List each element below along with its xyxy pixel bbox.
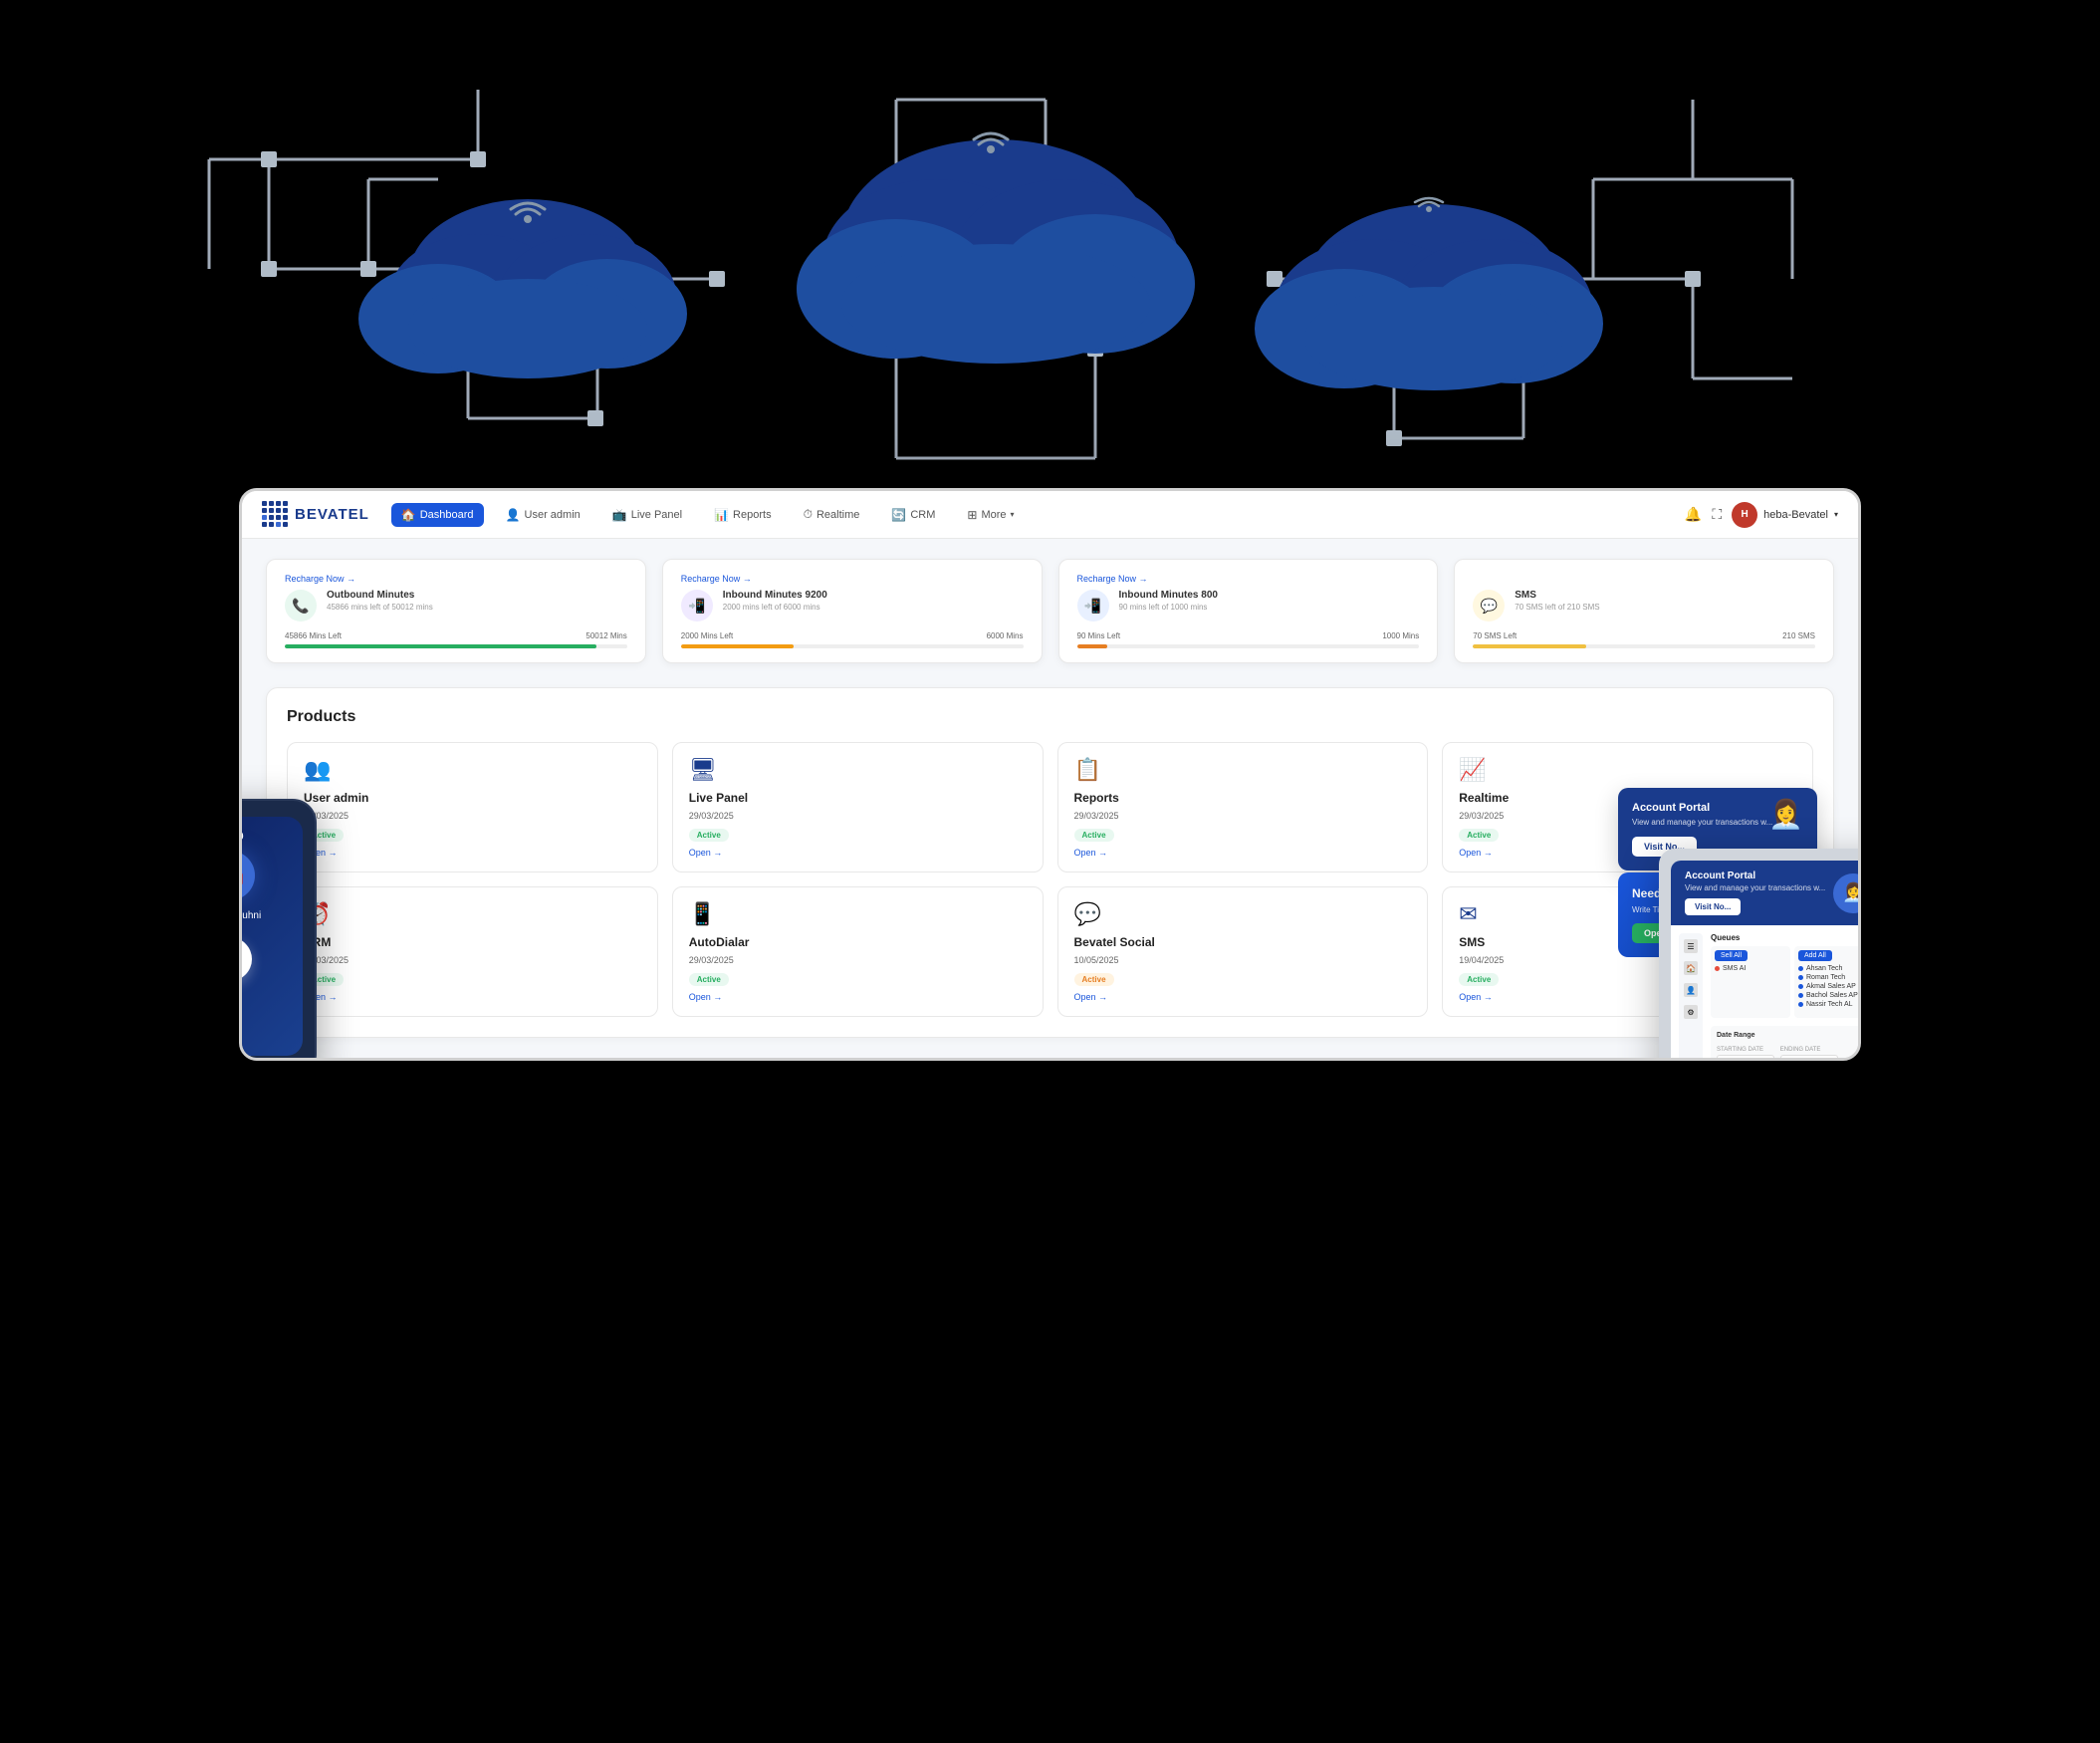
product-bevatel-social[interactable]: 💬 Bevatel Social 10/05/2025 Active Open …: [1057, 886, 1429, 1017]
inbound800-title: Inbound Minutes 800: [1119, 590, 1420, 601]
sms-subtitle: 70 SMS left of 210 SMS: [1515, 603, 1815, 612]
monitor: BEVATEL 🏠 Dashboard 👤 User admin 📺 Live …: [239, 488, 1861, 1061]
recharge-inbound-9200[interactable]: Recharge Now →: [681, 574, 1024, 584]
tablet-sidebar: ☰ 🏠 👤 ⚙: [1679, 933, 1703, 1061]
portal-person-icon: 👩‍💼: [1768, 798, 1803, 831]
realtime-product-icon: 📈: [1459, 757, 1796, 783]
stat-outbound: Recharge Now → 📞 Outbound Minutes 45866 …: [266, 559, 646, 663]
sms-icon-wrap: 💬: [1473, 590, 1505, 622]
nav-live-panel[interactable]: 📺 Live Panel: [602, 503, 692, 527]
nav-reports[interactable]: 📊 Reports: [704, 503, 781, 527]
live-panel-icon: 📺: [612, 508, 627, 522]
phone-wave: llllll: [239, 991, 242, 1001]
stat-inbound-800: Recharge Now → 📲 Inbound Minutes 800 90 …: [1058, 559, 1439, 663]
nav-dashboard[interactable]: 🏠 Dashboard: [391, 503, 484, 527]
outbound-title: Outbound Minutes: [327, 590, 627, 601]
monitor-wrapper: BEVATEL 🏠 Dashboard 👤 User admin 📺 Live …: [239, 488, 1861, 1061]
reports-product-icon: 📋: [1074, 757, 1412, 783]
tablet-header-subtitle: View and manage your transactions w...: [1685, 883, 1825, 892]
end-date-field[interactable]: 10/16/2021 📅: [1780, 1055, 1838, 1061]
live-panel-product-icon: 🖥: [689, 757, 1027, 783]
stat-inbound-9200: Recharge Now → 📲 Inbound Minutes 9200 20…: [662, 559, 1043, 663]
user-admin-product-icon: 👥: [304, 757, 641, 783]
nav-realtime[interactable]: ⏱ Realtime: [794, 502, 870, 527]
phone-time: 00:20: [239, 831, 244, 843]
tablet-sidebar-icon-4[interactable]: ⚙: [1684, 1005, 1698, 1019]
more-icon: ⊞: [967, 508, 977, 522]
products-section: Products 👥 User admin 29/03/2025 Active …: [266, 687, 1834, 1038]
recharge-inbound-800[interactable]: Recharge Now →: [1077, 574, 1420, 584]
dashboard-icon: 🏠: [401, 508, 416, 522]
logo-text: BEVATEL: [295, 506, 369, 523]
tablet-hero-image: 👩‍💼: [1833, 873, 1861, 913]
stats-row: Recharge Now → 📞 Outbound Minutes 45866 …: [266, 559, 1834, 663]
recharge-outbound[interactable]: Recharge Now →: [285, 574, 627, 584]
product-autodialer[interactable]: 📱 AutoDialar 29/03/2025 Active Open →: [672, 886, 1044, 1017]
sell-all-button[interactable]: Sell All: [1715, 950, 1748, 961]
tablet-sidebar-icon-2[interactable]: 🏠: [1684, 961, 1698, 975]
date-range-title: Date Range: [1717, 1032, 1755, 1039]
user-menu[interactable]: H heba-Bevatel ▾: [1732, 502, 1838, 528]
tablet-visit-button[interactable]: Visit No...: [1685, 898, 1741, 915]
stat-sms: x 💬 SMS 70 SMS left of 210 SMS 70 SMS Le…: [1454, 559, 1834, 663]
nav-user-admin[interactable]: 👤 User admin: [496, 503, 590, 527]
notification-bell[interactable]: 🔔: [1685, 506, 1702, 523]
autodialer-product-icon: 📱: [689, 901, 1027, 927]
inbound9200-icon-wrap: 📲: [681, 590, 713, 622]
user-admin-icon: 👤: [506, 508, 521, 522]
tablet-header-title: Account Portal: [1685, 871, 1825, 881]
product-reports[interactable]: 📋 Reports 29/03/2025 Active Open →: [1057, 742, 1429, 872]
phone-bot-icon: 🤖: [239, 851, 255, 900]
crm-icon: 🔄: [891, 508, 906, 522]
logo-icon: [262, 501, 289, 528]
product-live-panel[interactable]: 🖥 Live Panel 29/03/2025 Active Open →: [672, 742, 1044, 872]
tablet-main: Queues Agents Sell All SMS AI A: [1711, 933, 1861, 1061]
reports-icon: 📊: [714, 508, 729, 522]
sms-title: SMS: [1515, 590, 1815, 601]
tablet-sidebar-icon-1[interactable]: ☰: [1684, 939, 1698, 953]
fullscreen-button[interactable]: ⛶: [1712, 506, 1722, 523]
crm-product-icon: ⏰: [304, 901, 641, 927]
tablet-header: Account Portal View and manage your tran…: [1671, 861, 1861, 925]
phone-agent-name: Saleh Al Juhni: [239, 910, 261, 921]
nav-more[interactable]: ⊞ More ▾: [957, 503, 1024, 527]
tablet-date-section: Date Range Time Range STARTING DATE 10/1…: [1711, 1026, 1861, 1061]
mobile-phone: 00:20 🤖 Saleh Al Juhni 🎤 llllll: [239, 799, 317, 1061]
inbound800-icon-wrap: 📲: [1077, 590, 1109, 622]
phone-mic-button[interactable]: 🎤: [239, 937, 252, 981]
inbound9200-subtitle: 2000 mins left of 6000 mins: [723, 603, 1024, 612]
logo: BEVATEL: [262, 501, 369, 528]
inbound800-subtitle: 90 mins left of 1000 mins: [1119, 603, 1420, 612]
agents-col: Add All Ahsan Tech Roman Tech Akmal Sale…: [1794, 946, 1861, 1018]
queues-col: Sell All SMS AI: [1711, 946, 1790, 1018]
outbound-subtitle: 45866 mins left of 50012 mins: [327, 603, 627, 612]
product-user-admin[interactable]: 👥 User admin 29/03/2025 Active Open →: [287, 742, 658, 872]
bevatel-social-icon: 💬: [1074, 901, 1412, 927]
outbound-icon-wrap: 📞: [285, 590, 317, 622]
tablet-sidebar-icon-3[interactable]: 👤: [1684, 983, 1698, 997]
products-title: Products: [287, 708, 1813, 726]
start-date-field[interactable]: 10/16/2021 📅: [1717, 1055, 1774, 1061]
inbound9200-title: Inbound Minutes 9200: [723, 590, 1024, 601]
user-avatar: H: [1732, 502, 1757, 528]
realtime-icon: ⏱: [804, 507, 813, 522]
nav-right: 🔔 ⛶ H heba-Bevatel ▾: [1685, 502, 1838, 528]
product-crm[interactable]: ⏰ CRM 29/03/2025 Active Open →: [287, 886, 658, 1017]
tablet: Account Portal View and manage your tran…: [1659, 849, 1861, 1061]
add-agents-button[interactable]: Add All: [1798, 950, 1832, 961]
dashboard-content: Recharge Now → 📞 Outbound Minutes 45866 …: [242, 539, 1858, 1058]
top-nav: BEVATEL 🏠 Dashboard 👤 User admin 📺 Live …: [242, 491, 1858, 539]
nav-crm[interactable]: 🔄 CRM: [881, 503, 945, 527]
